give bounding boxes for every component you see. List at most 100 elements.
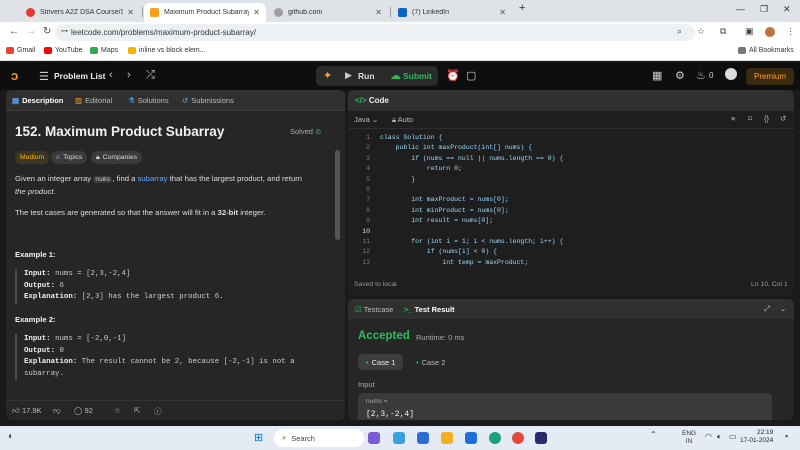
windows-start-icon[interactable]: ⊞ (254, 431, 263, 444)
search-placeholder: Search (291, 433, 315, 443)
profile-avatar[interactable] (765, 27, 775, 37)
user-avatar[interactable] (725, 68, 737, 80)
debug-icon[interactable]: ✦ (323, 69, 332, 82)
chrome-icon[interactable] (512, 432, 524, 444)
close-tab-icon[interactable]: ✕ (375, 8, 382, 17)
settings-gear-icon[interactable]: ⚙ (675, 69, 685, 82)
extensions-icon[interactable]: ⧉ (720, 26, 726, 37)
tab-submissions[interactable]: ↺ Submissions (182, 96, 234, 105)
app-icon[interactable] (465, 432, 477, 444)
bookmark-gmail[interactable]: Gmail (6, 47, 35, 54)
forward-arrow-icon[interactable]: → (26, 26, 36, 37)
system-clock[interactable]: 22:19 17-01-2024 (740, 429, 773, 445)
new-tab-button[interactable]: + (519, 2, 525, 14)
bookmark-star-icon[interactable]: ☆ (697, 26, 705, 37)
close-tab-icon[interactable]: ✕ (253, 8, 260, 17)
youtube-icon (44, 47, 52, 54)
run-button[interactable]: Run (358, 71, 375, 81)
reset-icon[interactable]: ↺ (780, 114, 786, 123)
shuffle-icon[interactable]: ⤮ (146, 69, 155, 82)
difficulty-badge[interactable]: Medium (15, 151, 50, 164)
layout-icon[interactable]: ▦ (652, 69, 662, 82)
close-tab-icon[interactable]: ✕ (127, 8, 134, 17)
tab-solutions[interactable]: ⚗ Solutions (128, 96, 169, 105)
subarray-link[interactable]: subarray (138, 174, 168, 183)
address-bar-row: ← → ↻ ⊶ leetcode.com/problems/maximum-pr… (0, 22, 800, 43)
format-icon[interactable]: ≡ (731, 114, 735, 123)
bookmark-inline-vs-block[interactable]: inline vs block elem... (128, 47, 206, 54)
minimize-icon[interactable]: — (736, 4, 745, 14)
case-label: Case 1 (371, 357, 396, 367)
premium-button[interactable]: Premium (746, 68, 794, 85)
leetcode-logo-icon[interactable]: ↄ (11, 68, 25, 83)
problem-list-link[interactable]: Problem List (54, 71, 105, 81)
mode-value: Auto (397, 115, 414, 124)
solved-status: Solved ⊘ (290, 127, 321, 136)
browser-tab-leetcode[interactable]: Maximum Product Subarray - L ✕ (144, 3, 266, 22)
topics-chip[interactable]: ⌂ Topics (51, 151, 88, 164)
tab-editorial[interactable]: ▥ Editorial (75, 96, 112, 105)
app-icon[interactable] (393, 432, 405, 444)
chevron-up-icon[interactable]: ⌃ (650, 430, 657, 439)
expand-icon[interactable]: ⤢ (764, 304, 770, 314)
dislike-button[interactable]: 👎︎ (53, 406, 61, 416)
case-2-tab[interactable]: • Case 2 (408, 354, 453, 370)
reload-icon[interactable]: ↻ (43, 26, 51, 37)
result-tab-bar: ☑ Testcase >_ Test Result ⤢ ⌄ (348, 299, 794, 319)
favorite-star-icon[interactable]: ☆ (114, 406, 121, 415)
zoom-icon[interactable]: ⌕ (677, 26, 682, 37)
tab-description[interactable]: ▤ Description (12, 96, 63, 105)
maximize-icon[interactable]: ❐ (760, 4, 768, 15)
edge-icon[interactable] (489, 432, 501, 444)
close-tab-icon[interactable]: ✕ (499, 8, 506, 17)
menu-dots-icon[interactable]: ⋮ (786, 26, 795, 37)
description-scrollbar[interactable] (335, 150, 340, 240)
app-icon[interactable] (417, 432, 429, 444)
submit-button[interactable]: Submit (403, 71, 432, 81)
browser-tab-linkedin[interactable]: (7) LinkedIn ✕ (392, 3, 512, 22)
streak-fire-icon[interactable]: ♨ (696, 69, 706, 82)
language-indicator[interactable]: ENG IN (682, 430, 696, 446)
language-select[interactable]: Java ⌄ (354, 115, 378, 124)
app-icon[interactable] (535, 432, 547, 444)
all-bookmarks[interactable]: All Bookmarks (738, 47, 794, 54)
solutions-flask-icon: ⚗ (128, 96, 135, 105)
tab-test-result[interactable]: >_ Test Result (404, 305, 455, 314)
bookmark-youtube[interactable]: YouTube (44, 47, 83, 54)
browser-tab-github[interactable]: github.com ✕ (268, 3, 388, 22)
app-icon[interactable] (368, 432, 380, 444)
list-icon[interactable]: ☰ (39, 70, 49, 83)
like-button[interactable]: 👍︎ 17.9K (12, 406, 42, 416)
timer-icon[interactable]: ⏰ (446, 69, 460, 82)
file-explorer-icon[interactable] (441, 432, 453, 444)
browser-tab-strivers[interactable]: Strivers A2Z DSA Course/Sheet ✕ (20, 3, 140, 22)
case-1-tab[interactable]: • Case 1 (358, 354, 404, 370)
back-arrow-icon[interactable]: ← (9, 26, 19, 37)
description-icon: ▤ (12, 96, 20, 105)
share-icon[interactable]: ⇱ (134, 406, 140, 415)
bookmark-icon[interactable]: ⌑ (748, 114, 752, 123)
notifications-icon[interactable]: ▪ (785, 431, 788, 441)
check-circle-icon: ⊘ (314, 127, 322, 136)
tab-label: Editorial (85, 96, 113, 105)
next-problem-icon[interactable]: › (127, 69, 131, 81)
collapse-chevron-icon[interactable]: ⌄ (780, 304, 786, 313)
close-window-icon[interactable]: ✕ (783, 4, 791, 15)
auto-mode-toggle[interactable]: 🔒︎ Auto (392, 115, 413, 125)
volume-icon[interactable]: 🔈︎ (717, 432, 722, 442)
bookmark-maps[interactable]: Maps (90, 47, 118, 54)
wifi-icon[interactable]: ◠ (705, 432, 712, 441)
tab-testcase[interactable]: ☑ Testcase (355, 305, 393, 314)
prev-problem-icon[interactable]: ‹ (109, 69, 113, 81)
widgets-icon[interactable]: ◐ (8, 431, 14, 442)
battery-icon[interactable]: ▭ (729, 432, 737, 441)
companies-chip[interactable]: 🔒︎ Companies (91, 151, 143, 164)
url-input[interactable]: ⊶ leetcode.com/problems/maximum-product-… (55, 24, 695, 41)
site-info-icon[interactable]: ⊶ (61, 27, 68, 35)
side-panel-icon[interactable]: ▣ (745, 26, 754, 37)
braces-icon[interactable]: {} (764, 114, 769, 123)
help-icon[interactable]: ⓘ (154, 406, 162, 417)
notes-icon[interactable]: ▢ (466, 69, 476, 82)
taskbar-search[interactable]: ⌕ Search (274, 429, 364, 447)
comments-button[interactable]: ◯ 92 (74, 406, 93, 415)
